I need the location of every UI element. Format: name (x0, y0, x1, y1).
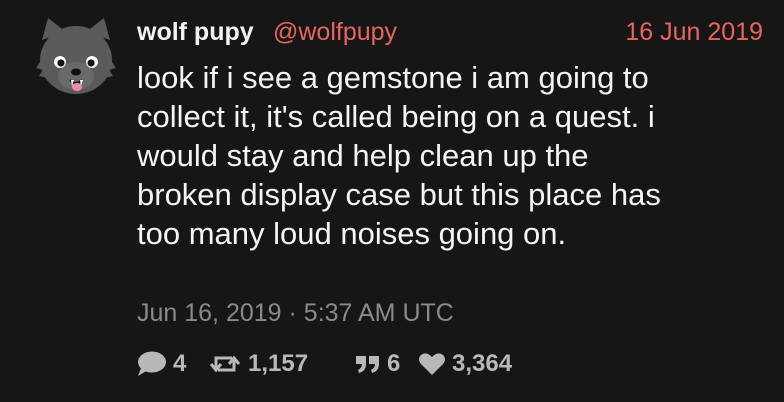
wolf-pup-icon (36, 18, 116, 94)
retweets-stat[interactable]: 1,157 (208, 349, 308, 379)
username-handle[interactable]: @wolfpupy (273, 18, 397, 47)
quotes-stat[interactable]: 6 (355, 349, 400, 379)
retweets-count: 1,157 (248, 350, 309, 377)
quotes-count: 6 (387, 350, 401, 377)
retweet-icon (209, 355, 241, 373)
tweet-header: wolf pupy @wolfpupy 16 Jun 2019 (137, 16, 763, 50)
display-name[interactable]: wolf pupy (137, 18, 254, 47)
replies-count: 4 (173, 350, 187, 377)
likes-stat[interactable]: 3,364 (418, 349, 512, 379)
quote-icon (356, 356, 379, 373)
tweet-date-link[interactable]: 16 Jun 2019 (625, 18, 763, 47)
heart-icon (419, 353, 445, 375)
tweet-timestamp[interactable]: Jun 16, 2019 · 5:37 AM UTC (137, 299, 454, 328)
replies-stat[interactable]: 4 (137, 349, 186, 379)
tweet-card: wolf pupy @wolfpupy 16 Jun 2019 look if … (0, 0, 784, 402)
comment-icon (138, 351, 166, 376)
avatar[interactable] (36, 16, 116, 100)
tweet-stats: 4 1,157 6 3,364 (137, 349, 557, 379)
likes-count: 3,364 (452, 350, 513, 377)
tweet-text: look if i see a gemstone i am going to c… (137, 60, 661, 251)
